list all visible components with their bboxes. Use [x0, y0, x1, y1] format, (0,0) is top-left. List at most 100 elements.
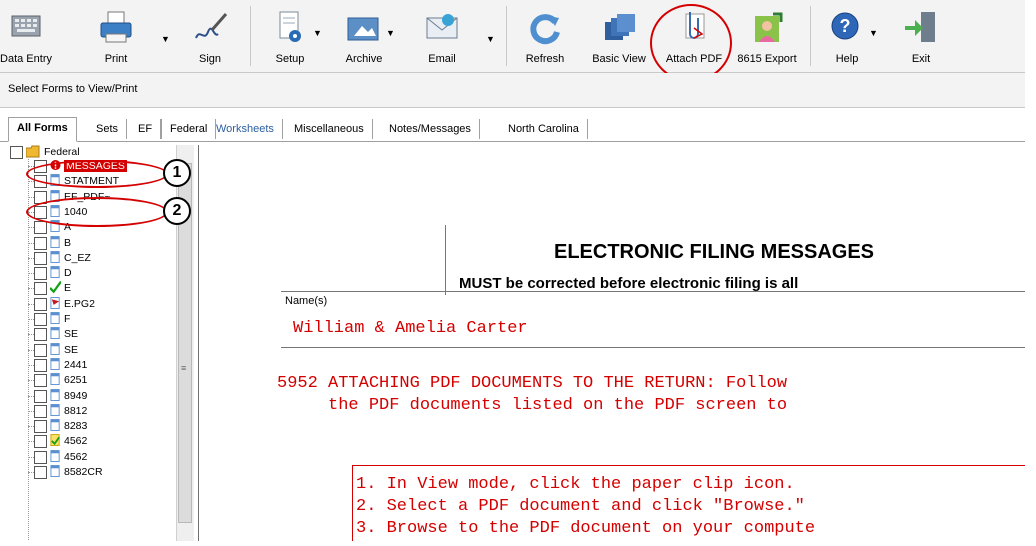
- tab-all-forms[interactable]: All Forms: [8, 117, 77, 142]
- tree-item[interactable]: E: [28, 281, 174, 297]
- tree-item-checkbox[interactable]: [34, 251, 47, 265]
- tree-item[interactable]: D: [28, 266, 174, 282]
- message-line-2: the PDF documents listed on the PDF scre…: [277, 396, 788, 415]
- tree-item-checkbox[interactable]: [34, 374, 47, 388]
- 8615-export-button[interactable]: 8615 Export: [732, 0, 802, 72]
- document-view: ELECTRONIC FILING MESSAGES MUST be corre…: [198, 145, 1029, 546]
- form-document-icon: [50, 327, 60, 340]
- tree-item-checkbox[interactable]: [34, 435, 47, 449]
- tree-item-checkbox[interactable]: [34, 343, 47, 357]
- data-entry-label: Data Entry: [0, 53, 52, 65]
- tree-item-label: SE: [64, 343, 79, 356]
- tree-item[interactable]: F: [28, 312, 174, 328]
- help-dropdown-arrow-icon[interactable]: ▼: [869, 28, 878, 38]
- archive-dropdown-arrow-icon[interactable]: ▼: [386, 28, 395, 38]
- tab-notes-messages[interactable]: Notes/Messages: [381, 119, 480, 139]
- tree-item[interactable]: B: [28, 235, 174, 252]
- tree-item[interactable]: 8582CR: [28, 465, 174, 481]
- tree-item-checkbox[interactable]: [34, 221, 47, 235]
- sign-button[interactable]: Sign: [186, 0, 234, 72]
- tree-item[interactable]: 8949: [28, 388, 174, 405]
- heading-divider: [445, 225, 446, 295]
- tree-item-label: 4562: [64, 450, 88, 463]
- print-dropdown-arrow-icon[interactable]: ▼: [161, 34, 170, 44]
- tree-item[interactable]: 2441: [28, 357, 174, 374]
- tab-north-carolina[interactable]: North Carolina: [500, 119, 588, 139]
- tree-item-checkbox[interactable]: [34, 466, 47, 479]
- form-document-icon: [50, 266, 60, 279]
- tree-item-checkbox[interactable]: [34, 404, 47, 418]
- tree-item[interactable]: SE: [28, 327, 174, 343]
- step-2: 2. Select a PDF document and click "Brow…: [356, 497, 805, 516]
- step-3: 3. Browse to the PDF document on your co…: [356, 519, 816, 538]
- tree-item[interactable]: 4562: [28, 434, 174, 450]
- tree-item-checkbox[interactable]: [34, 420, 47, 434]
- tree-root-label: Federal: [44, 146, 80, 158]
- tree-item[interactable]: C_EZ: [28, 250, 174, 267]
- name-bottom-rule: [281, 347, 1029, 348]
- message-line-1: 5952 ATTACHING PDF DOCUMENTS TO THE RETU…: [277, 374, 788, 393]
- tree-item-checkbox[interactable]: [34, 358, 47, 372]
- print-button[interactable]: Print: [92, 0, 140, 72]
- exit-label: Exit: [911, 53, 931, 65]
- tab-sets[interactable]: Sets: [88, 119, 128, 139]
- taxpayer-name: William & Amelia Carter: [293, 319, 528, 338]
- archive-button[interactable]: Archive: [336, 0, 392, 72]
- setup-label: Setup: [275, 53, 305, 65]
- tab-ef[interactable]: EF: [130, 119, 162, 139]
- help-label: Help: [835, 53, 859, 65]
- tree-item-checkbox[interactable]: [34, 313, 47, 326]
- tree-item-label: C_EZ: [64, 251, 91, 264]
- form-document-icon: [50, 250, 60, 263]
- tree-item-checkbox[interactable]: [34, 450, 47, 464]
- email-button[interactable]: Email: [418, 0, 466, 72]
- tree-item[interactable]: 8283: [28, 419, 174, 435]
- refresh-label: Refresh: [525, 53, 565, 65]
- help-icon: ?: [831, 12, 859, 40]
- setup-document-gear-icon: [279, 11, 301, 42]
- exit-button[interactable]: Exit: [896, 0, 946, 72]
- archive-label: Archive: [345, 53, 383, 65]
- form-document-icon: [50, 419, 60, 432]
- ef-pdf-callout-ring: [26, 197, 168, 227]
- tree-item-checkbox[interactable]: [34, 282, 47, 296]
- tree-item[interactable]: SE: [28, 342, 174, 359]
- tab-worksheets[interactable]: Worksheets: [208, 119, 283, 139]
- tree-item[interactable]: 8812: [28, 403, 174, 420]
- tree-item-checkbox[interactable]: [34, 328, 47, 342]
- archive-folder-icon: [347, 17, 379, 41]
- message-text: 5952 ATTACHING PDF DOCUMENTS TO THE RETU…: [277, 373, 787, 417]
- data-entry-button[interactable]: Data Entry: [0, 0, 52, 72]
- tree-item[interactable]: E.PG2: [28, 296, 174, 313]
- tab-miscellaneous[interactable]: Miscellaneous: [286, 119, 373, 139]
- green-checkmark-icon: [50, 281, 61, 294]
- email-dropdown-arrow-icon[interactable]: ▼: [486, 34, 495, 44]
- federal-checkbox[interactable]: [10, 146, 23, 159]
- setup-button[interactable]: Setup: [262, 0, 318, 72]
- tree-item[interactable]: 4562: [28, 449, 174, 466]
- email-envelope-icon: [426, 14, 458, 39]
- step-1: 1. In View mode, click the paper clip ic…: [356, 475, 795, 494]
- toolbar-separator: [810, 6, 811, 66]
- keyboard-icon: [11, 15, 41, 37]
- messages-callout-ring: [26, 160, 168, 188]
- setup-dropdown-arrow-icon[interactable]: ▼: [313, 28, 322, 38]
- tree-item-checkbox[interactable]: [34, 297, 47, 311]
- 8615-export-label: 8615 Export: [737, 53, 797, 65]
- help-button[interactable]: ? Help: [822, 0, 872, 72]
- sign-label: Sign: [198, 53, 222, 65]
- tree-item-label: 6251: [64, 374, 88, 387]
- tree-item-label: 8812: [64, 404, 88, 417]
- form-document-icon: [50, 403, 60, 416]
- form-document-icon: [50, 373, 60, 386]
- tree-item[interactable]: 6251: [28, 373, 174, 389]
- tree-item-checkbox[interactable]: [34, 267, 47, 281]
- basic-view-button[interactable]: Basic View: [588, 0, 650, 72]
- tree-item-label: B: [64, 236, 72, 249]
- basic-view-stack-icon: [605, 14, 635, 40]
- tree-item-checkbox[interactable]: [34, 389, 47, 403]
- tree-item-checkbox[interactable]: [34, 236, 47, 250]
- name-top-rule: [281, 291, 1029, 292]
- name-label: Name(s): [285, 295, 328, 307]
- refresh-button[interactable]: Refresh: [520, 0, 570, 72]
